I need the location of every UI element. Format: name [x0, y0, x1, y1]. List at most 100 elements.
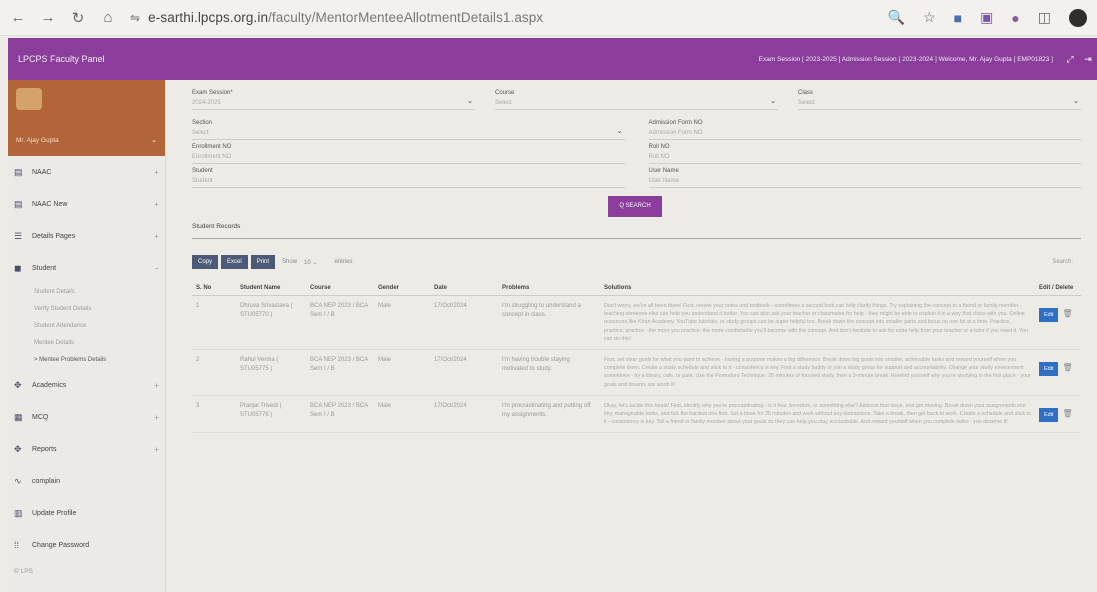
user-name-placeholder: User Name [648, 178, 679, 184]
sidebar-footer: © LPS [8, 561, 165, 581]
chevron-down-icon: ⌄ [616, 128, 623, 135]
reload-icon[interactable]: ↻ [70, 9, 86, 27]
trash-icon[interactable]: 🗑 [1062, 409, 1072, 418]
col-date[interactable]: Date [430, 281, 498, 296]
print-button[interactable]: Print [250, 255, 276, 269]
sidebar-item-complain[interactable]: ∿ complain [8, 465, 165, 497]
course-select[interactable]: Course Select ⌄ [495, 90, 778, 110]
edit-button[interactable]: Edit [1039, 407, 1059, 423]
table-row: 2 Rahul Verma ( STU05775 ) BCA NEP 2023 … [192, 349, 1081, 396]
col-course[interactable]: Course [306, 281, 374, 296]
site-info-icon[interactable]: ⇋ [130, 11, 140, 25]
back-arrow-icon[interactable]: ← [10, 9, 26, 26]
user-name-field[interactable]: User Name User Name [648, 168, 1081, 188]
edit-button[interactable]: Edit [1039, 308, 1059, 323]
admission-form-label: Admission Form NO [648, 120, 703, 126]
chevron-down-icon[interactable]: ⌄ [151, 136, 157, 144]
course-label: Course [495, 90, 515, 96]
sidebar-item-update-profile[interactable]: ▥ Update Profile [8, 497, 165, 529]
sidebar-profile[interactable]: Mr. Ajay Gupta ⌄ [8, 80, 165, 156]
table-icon: ▥ [14, 507, 23, 518]
enrollment-field[interactable]: Enrollment NO Enrollment NO [192, 144, 625, 164]
sidebar-subitem[interactable]: Student Details [8, 284, 165, 301]
sidebar-subitem[interactable]: Verify Student Details [8, 301, 165, 318]
section-value: Select [192, 130, 209, 136]
sidebar-item-academics[interactable]: ✥ Academics + [8, 369, 165, 401]
search-button[interactable]: Q SEARCH [608, 196, 662, 217]
sidebar-item-mcq[interactable]: ▦ MCQ + [8, 401, 165, 433]
sidebar-subitem[interactable]: Student Attendance [8, 318, 165, 335]
sidebar-item-label: complain [32, 477, 61, 485]
footer-text: © LPS [14, 567, 33, 575]
forward-arrow-icon[interactable]: → [40, 9, 56, 26]
table-toolbar: Copy Excel Print Show 10 ⌄ entries Searc… [192, 255, 1081, 269]
sidebar-subitem[interactable]: Mentee Details [8, 335, 165, 352]
sidebar-item-details-pages[interactable]: ☰ Details Pages + [8, 220, 165, 252]
roll-no-placeholder: Roll NO [648, 154, 670, 160]
student-field[interactable]: Student Student [192, 168, 625, 188]
class-label: Class [798, 90, 814, 96]
entries-label: entries [334, 259, 353, 265]
url-path: /faculty/MentorMenteeAllotmentDetails1.a… [268, 10, 544, 25]
col-gender[interactable]: Gender [374, 281, 430, 296]
sidebar-item-label: Change Password [32, 541, 90, 549]
excel-button[interactable]: Excel [221, 255, 248, 269]
section-label: Section [192, 120, 213, 126]
home-icon[interactable]: ⌂ [100, 9, 116, 26]
exam-session-label: Exam Session* [192, 90, 233, 96]
enrollment-placeholder: Enrollment NO [192, 154, 232, 160]
show-label: Show [282, 259, 298, 265]
sidebar-subitem[interactable]: > Mentee Problems Details [8, 352, 165, 369]
sidebar-item-change-password[interactable]: ⁞⁞ Change Password [8, 529, 165, 561]
sidebar-item-reports[interactable]: ✥ Reports + [8, 433, 165, 465]
expand-toggle-icon[interactable]: + [154, 381, 159, 390]
exam-session-select[interactable]: Exam Session* 2024-2025 ⌄ [192, 90, 475, 110]
expand-icon[interactable]: ⤢ [1061, 54, 1079, 65]
cell-gender: Male [374, 295, 430, 351]
gear-icon: ✥ [14, 443, 22, 454]
sidebar-item-label: Details Pages [32, 232, 76, 240]
col-student-name[interactable]: Student Name [236, 281, 306, 296]
expand-toggle-icon[interactable]: − [154, 264, 159, 273]
book-icon: ▤ [14, 198, 23, 209]
expand-toggle-icon[interactable]: + [154, 200, 159, 209]
edit-button[interactable]: Edit [1039, 362, 1059, 377]
trash-icon[interactable]: 🗑 [1062, 363, 1072, 372]
trash-icon[interactable]: 🗑 [1062, 309, 1072, 318]
class-select[interactable]: Class Select ⌄ [798, 90, 1081, 110]
expand-toggle-icon[interactable]: + [154, 445, 159, 454]
col-sno[interactable]: S. No [192, 281, 236, 296]
expand-toggle-icon[interactable]: + [154, 232, 159, 241]
sidebar-user-name: Mr. Ajay Gupta [16, 137, 59, 144]
bookmark-star-icon[interactable]: ☆ [923, 9, 936, 26]
logout-icon[interactable]: ⇥ [1079, 54, 1097, 65]
extension2-icon[interactable]: ● [1011, 10, 1019, 26]
expand-toggle-icon[interactable]: + [154, 168, 159, 177]
table-row: 3 Pranjal Trivedi ( STU05776 ) BCA NEP 2… [192, 395, 1081, 434]
main-content: Exam Session* 2024-2025 ⌄ Course Select … [166, 80, 1097, 592]
table-search-label[interactable]: Search: [1052, 259, 1073, 265]
media-icon[interactable]: ▣ [980, 9, 993, 26]
extensions-puzzle-icon[interactable]: ◫ [1038, 9, 1051, 26]
cell-solution: Okay, let's tackle this beast! First, id… [600, 395, 1035, 434]
admission-form-field[interactable]: Admission Form NO Admission Form NO [648, 120, 1081, 140]
expand-toggle-icon[interactable]: + [154, 413, 159, 422]
book-icon: ▤ [14, 166, 23, 177]
sidebar-item-student[interactable]: ◼ Student − [8, 252, 165, 284]
cell-problem: I'm struggling to understand a concept i… [498, 295, 600, 351]
address-bar[interactable]: ⇋ e-sarthi.lpcps.org.in/faculty/MentorMe… [130, 10, 874, 25]
sidebar-item-naac-new[interactable]: ▤ NAAC New + [8, 188, 165, 220]
cell-solution: First, set clear goals for what you want… [600, 349, 1035, 396]
roll-no-field[interactable]: Roll NO Roll NO [648, 144, 1081, 164]
col-problems[interactable]: Problems [498, 281, 600, 296]
zoom-icon[interactable]: 🔍 [888, 9, 905, 26]
profile-avatar-icon[interactable] [1069, 8, 1087, 27]
copy-button[interactable]: Copy [192, 255, 219, 269]
col-solutions[interactable]: Solutions [600, 281, 1035, 296]
extension-icon[interactable]: ■ [954, 10, 962, 26]
class-value: Select [798, 100, 815, 106]
sidebar-item-naac[interactable]: ▤ NAAC + [8, 156, 165, 188]
page-length-select[interactable]: 10 ⌄ [304, 259, 317, 266]
cell-student-name: Rahul Verma ( STU05775 ) [236, 349, 306, 396]
section-select[interactable]: Section Select ⌄ [192, 120, 625, 140]
